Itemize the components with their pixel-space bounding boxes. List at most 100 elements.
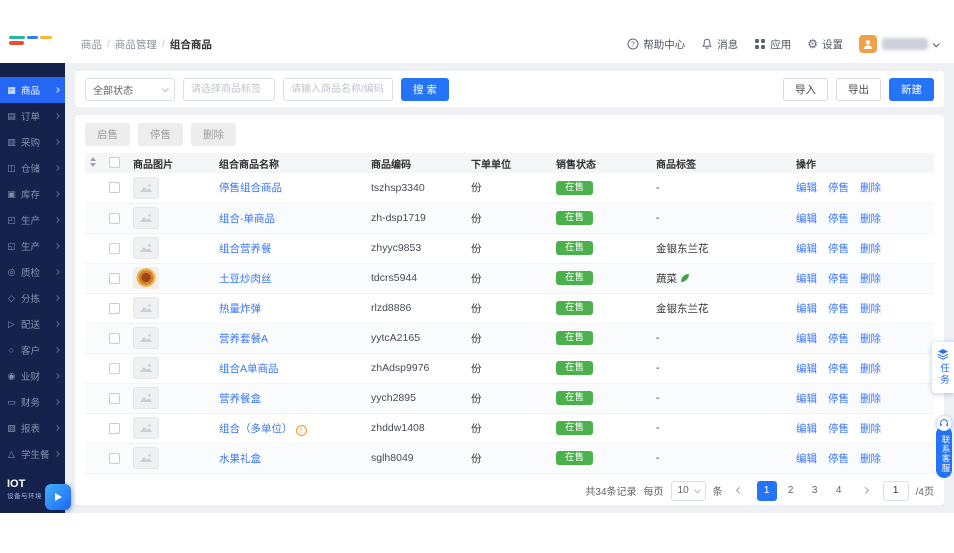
page-button-1[interactable]: 1 [757,481,777,501]
keyword-input[interactable] [283,78,393,101]
row-action-stop-sale[interactable]: 停售 [828,453,849,465]
import-button[interactable]: 导入 [783,78,828,101]
row-action-delete[interactable]: 删除 [860,333,881,345]
row-action-delete[interactable]: 删除 [860,393,881,405]
product-name-link[interactable]: 水果礼盒 [219,453,261,465]
row-action-edit[interactable]: 编辑 [796,423,817,435]
sidebar-item-purchase[interactable]: ▥采购 [0,129,65,155]
sidebar-item-student-meal[interactable]: △学生餐 [0,441,65,467]
settings-button[interactable]: ⚙ 设置 [807,37,843,52]
next-page-button[interactable] [856,481,876,501]
page-jump-input[interactable] [883,481,909,501]
tasks-float-button[interactable]: 任务 [932,342,954,393]
messages-button[interactable]: 消息 [701,37,738,52]
row-action-edit[interactable]: 编辑 [796,273,817,285]
app-logo[interactable] [0,17,65,63]
row-action-delete[interactable]: 删除 [860,213,881,225]
row-action-stop-sale[interactable]: 停售 [828,363,849,375]
sidebar-item-business-finance[interactable]: ◉业财 [0,363,65,389]
row-action-edit[interactable]: 编辑 [796,243,817,255]
product-name-link[interactable]: 营养套餐A [219,333,268,345]
row-action-edit[interactable]: 编辑 [796,303,817,315]
product-tag: - [656,392,660,404]
row-checkbox[interactable] [109,363,120,374]
sidebar-item-inventory[interactable]: ▣库存 [0,181,65,207]
page-button-3[interactable]: 3 [805,481,825,501]
sidebar-item-reports[interactable]: ▧报表 [0,415,65,441]
select-all-checkbox[interactable] [109,157,120,168]
row-action-delete[interactable]: 删除 [860,363,881,375]
row-action-edit[interactable]: 编辑 [796,453,817,465]
apps-button[interactable]: 应用 [754,37,791,52]
breadcrumb-item-goods-management[interactable]: 商品管理 [115,37,157,52]
row-action-stop-sale[interactable]: 停售 [828,213,849,225]
row-checkbox[interactable] [109,273,120,284]
row-action-stop-sale[interactable]: 停售 [828,182,849,194]
page-button-2[interactable]: 2 [781,481,801,501]
sidebar-item-production[interactable]: ◰生产 [0,207,65,233]
search-button[interactable]: 搜 索 [401,78,449,101]
prev-page-button[interactable] [730,481,750,501]
row-checkbox[interactable] [109,453,120,464]
sidebar-item-sorting[interactable]: ◇分拣 [0,285,65,311]
row-action-delete[interactable]: 删除 [860,243,881,255]
row-checkbox[interactable] [109,333,120,344]
create-button[interactable]: 新建 [889,78,934,101]
customer-service-button[interactable]: 联系客服 [936,415,952,478]
iot-panel[interactable]: IOT 设备与环境 [0,473,65,513]
chevron-right-icon [54,139,60,145]
per-page-select[interactable]: 10 [671,481,706,501]
row-checkbox[interactable] [109,423,120,434]
export-button[interactable]: 导出 [836,78,881,101]
sidebar-item-orders[interactable]: ▤订单 [0,103,65,129]
product-name-link[interactable]: 组合-单商品 [219,213,275,225]
row-action-delete[interactable]: 删除 [860,273,881,285]
user-menu[interactable] [859,35,938,53]
row-action-stop-sale[interactable]: 停售 [828,333,849,345]
row-action-stop-sale[interactable]: 停售 [828,423,849,435]
product-name-link[interactable]: 停售组合商品 [219,182,282,194]
product-name-link[interactable]: 土豆炒肉丝 [219,273,272,285]
sidebar-item-quality-check[interactable]: ◎质检 [0,259,65,285]
row-action-delete[interactable]: 删除 [860,303,881,315]
row-action-edit[interactable]: 编辑 [796,363,817,375]
status-badge: 在售 [556,301,593,316]
row-action-edit[interactable]: 编辑 [796,333,817,345]
tag-filter-input[interactable] [183,78,275,101]
sidebar-item-production-2[interactable]: ◱生产 [0,233,65,259]
sort-columns-icon[interactable] [89,156,97,168]
row-checkbox[interactable] [109,213,120,224]
breadcrumb-item-goods[interactable]: 商品 [81,37,102,52]
row-checkbox[interactable] [109,303,120,314]
page-button-4[interactable]: 4 [829,481,849,501]
product-name-link[interactable]: 营养餐盒 [219,393,261,405]
row-action-stop-sale[interactable]: 停售 [828,393,849,405]
product-name-link[interactable]: 热量炸弹 [219,303,261,315]
row-action-delete[interactable]: 删除 [860,453,881,465]
row-checkbox[interactable] [109,393,120,404]
product-image [133,387,159,409]
row-action-delete[interactable]: 删除 [860,423,881,435]
sidebar-item-finance[interactable]: ▭财务 [0,389,65,415]
sidebar-item-delivery[interactable]: ▷配送 [0,311,65,337]
status-select[interactable]: 全部状态 [85,78,175,101]
row-action-edit[interactable]: 编辑 [796,213,817,225]
row-action-delete[interactable]: 删除 [860,182,881,194]
row-action-edit[interactable]: 编辑 [796,182,817,194]
row-action-stop-sale[interactable]: 停售 [828,303,849,315]
sidebar-item-goods[interactable]: ▦商品 [0,77,65,103]
delete-button[interactable]: 删除 [191,123,236,146]
enable-sale-button[interactable]: 启售 [85,123,130,146]
product-name-link[interactable]: 组合A单商品 [219,363,279,375]
row-action-stop-sale[interactable]: 停售 [828,273,849,285]
product-name-link[interactable]: 组合（多单位） [219,423,293,435]
row-action-edit[interactable]: 编辑 [796,393,817,405]
stop-sale-button[interactable]: 停售 [138,123,183,146]
sidebar-item-customers[interactable]: ○客户 [0,337,65,363]
row-action-stop-sale[interactable]: 停售 [828,243,849,255]
help-center-button[interactable]: ? 帮助中心 [627,37,685,52]
row-checkbox[interactable] [109,182,120,193]
sidebar-item-warehouse[interactable]: ◫仓储 [0,155,65,181]
product-name-link[interactable]: 组合营养餐 [219,243,272,255]
row-checkbox[interactable] [109,243,120,254]
